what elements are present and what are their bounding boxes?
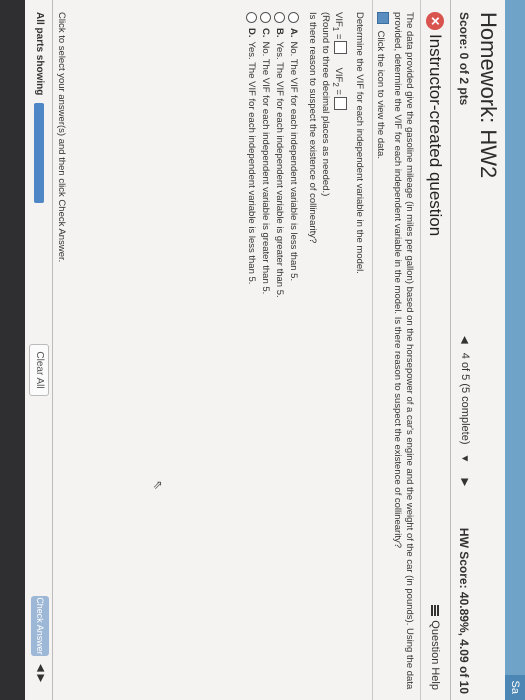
radio-b[interactable] <box>274 12 285 23</box>
prev-icon[interactable]: ◀ <box>35 664 46 672</box>
option-c-text: No. The VIF for each independent variabl… <box>260 41 271 295</box>
dropdown-arrow-icon[interactable]: ▼ <box>459 454 470 464</box>
vif2-label: VIF <box>333 67 344 83</box>
question-help-label: Question Help <box>429 620 441 690</box>
option-d-text: Yes. The VIF for each independent variab… <box>246 41 257 285</box>
question-counter[interactable]: 4 of 5 (5 complete) <box>459 353 471 445</box>
round-note: (Round to three decimal places as needed… <box>320 12 331 197</box>
screen: Sa Homework: HW2 Score: 0 of 2 pts ◀ 4 o… <box>0 0 525 700</box>
list-icon <box>430 605 440 617</box>
radio-d[interactable] <box>246 12 257 23</box>
parts-label: All parts showing <box>34 12 45 96</box>
mouse-cursor-icon: ⇖ <box>151 480 165 491</box>
parts-status: All parts showing <box>34 12 45 204</box>
score-text: Score: 0 of 2 pts <box>457 12 471 106</box>
vif-row: VIF1 = VIF2 = <box>329 12 347 110</box>
vif1-sub: 1 <box>331 26 341 32</box>
top-bar: Sa <box>505 0 525 700</box>
option-d[interactable]: D. Yes. The VIF for each independent var… <box>246 12 257 284</box>
option-b[interactable]: B. Yes. The VIF for each independent var… <box>274 12 285 298</box>
option-c-letter: C. <box>260 28 271 38</box>
data-link-text: Click the icon to view the data. <box>375 30 386 159</box>
data-table-icon[interactable] <box>377 12 389 24</box>
option-d-letter: D. <box>246 28 257 38</box>
prompt-line-1: The data provided give the gasoline mile… <box>404 12 415 690</box>
option-b-text: Yes. The VIF for each independent variab… <box>274 41 285 298</box>
next-arrow-icon[interactable]: ▶ <box>459 479 470 487</box>
option-a-text: No. The VIF for each independent variabl… <box>288 41 299 282</box>
option-a[interactable]: A. No. The VIF for each independent vari… <box>288 12 299 281</box>
prev-arrow-icon[interactable]: ◀ <box>459 336 470 344</box>
option-a-letter: A. <box>288 28 299 38</box>
progress-bar <box>34 103 45 204</box>
prompt-line-2: provided, determine the VIF for each ind… <box>392 12 403 549</box>
divider <box>420 0 421 700</box>
divider <box>372 0 373 700</box>
question-title: ✕ Instructor-created question <box>425 12 445 236</box>
data-link[interactable]: Click the icon to view the data. <box>374 12 389 159</box>
vif2-sub: 2 <box>331 82 341 87</box>
next-icon[interactable]: ▶ <box>35 674 46 682</box>
divider <box>450 0 451 700</box>
page-title: Homework: HW2 <box>476 12 501 179</box>
clear-all-button[interactable]: Clear All <box>29 344 49 396</box>
corner-button[interactable]: Sa <box>505 674 525 700</box>
incorrect-x-icon: ✕ <box>426 12 444 30</box>
check-answer-button[interactable]: Check Answer <box>31 596 49 656</box>
option-b-letter: B. <box>274 28 285 38</box>
footer-instruction: Click to select your answer(s) and then … <box>56 12 67 263</box>
collinearity-question: Is there reason to suspect the existence… <box>307 12 318 244</box>
question-title-text: Instructor-created question <box>426 34 445 237</box>
vif1-label: VIF <box>333 12 344 27</box>
laptop-bezel <box>0 0 25 700</box>
nav-arrows: ◀ ▶ <box>35 664 46 682</box>
radio-a[interactable] <box>288 12 299 23</box>
vif2-input[interactable] <box>334 96 347 110</box>
radio-c[interactable] <box>260 12 271 23</box>
hw-score-text: HW Score: 40.89%, 4.09 of 10 <box>457 527 471 694</box>
vif1-input[interactable] <box>334 41 347 55</box>
question-help-button[interactable]: Question Help <box>429 605 441 690</box>
question-nav: ◀ 4 of 5 (5 complete) ▼ ▶ <box>459 330 471 492</box>
option-c[interactable]: C. No. The VIF for each independent vari… <box>260 12 271 294</box>
determine-text: Determine the VIF for each independent v… <box>354 12 365 274</box>
divider <box>52 0 53 700</box>
